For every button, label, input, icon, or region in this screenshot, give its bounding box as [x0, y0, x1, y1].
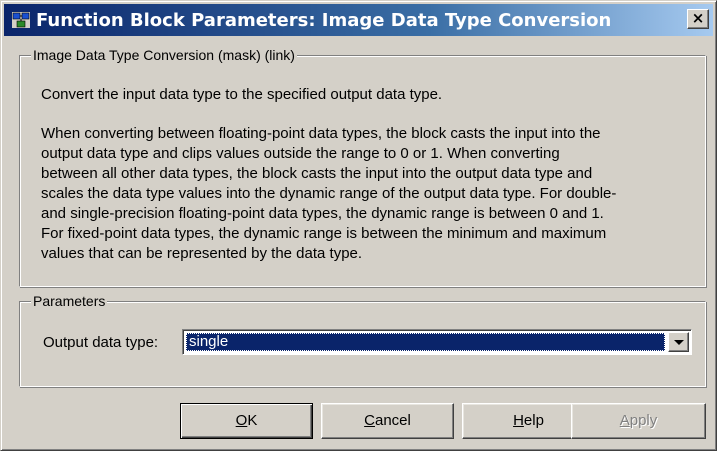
dialog-window: Function Block Parameters: Image Data Ty… [0, 0, 717, 451]
description-line: between all other data types, the block … [41, 165, 593, 182]
description-line: When converting between floating-point d… [41, 125, 601, 142]
window-title: Function Block Parameters: Image Data Ty… [36, 9, 612, 31]
cancel-label-rest: ancel [374, 412, 411, 429]
description-details: When converting between floating-point d… [41, 124, 696, 264]
chevron-down-icon[interactable] [668, 332, 689, 352]
description-line: scales the data type values into the dyn… [41, 185, 617, 202]
description-line: output data type and clips values outsid… [41, 145, 560, 162]
help-label-rest: elp [523, 412, 544, 429]
parameters-legend: Parameters [31, 293, 108, 309]
title-bar[interactable]: Function Block Parameters: Image Data Ty… [4, 4, 713, 36]
description-summary: Convert the input data type to the speci… [41, 86, 443, 103]
close-button[interactable]: × [687, 9, 709, 29]
apply-label-rest: pply [629, 412, 658, 429]
ok-button[interactable]: OK [180, 403, 313, 439]
ok-label-rest: K [247, 412, 258, 429]
description-line: values that can be represented by the da… [41, 245, 363, 262]
description-legend: Image Data Type Conversion (mask) (link) [31, 47, 297, 63]
apply-button[interactable]: Apply [571, 403, 706, 439]
apply-mnemonic: A [619, 412, 630, 429]
description-line: For fixed-point data types, the dynamic … [41, 225, 607, 242]
output-data-type-label: Output data type: [43, 334, 159, 351]
cancel-button[interactable]: Cancel [321, 403, 454, 439]
cancel-mnemonic: C [364, 412, 375, 429]
description-line: and single-precision floating-point data… [41, 205, 604, 222]
simulink-block-icon [12, 12, 30, 28]
help-mnemonic: H [513, 412, 524, 429]
ok-mnemonic: O [235, 412, 248, 429]
output-data-type-value[interactable]: single [186, 333, 665, 351]
output-data-type-select[interactable]: single [182, 329, 692, 355]
close-icon: × [691, 9, 705, 27]
